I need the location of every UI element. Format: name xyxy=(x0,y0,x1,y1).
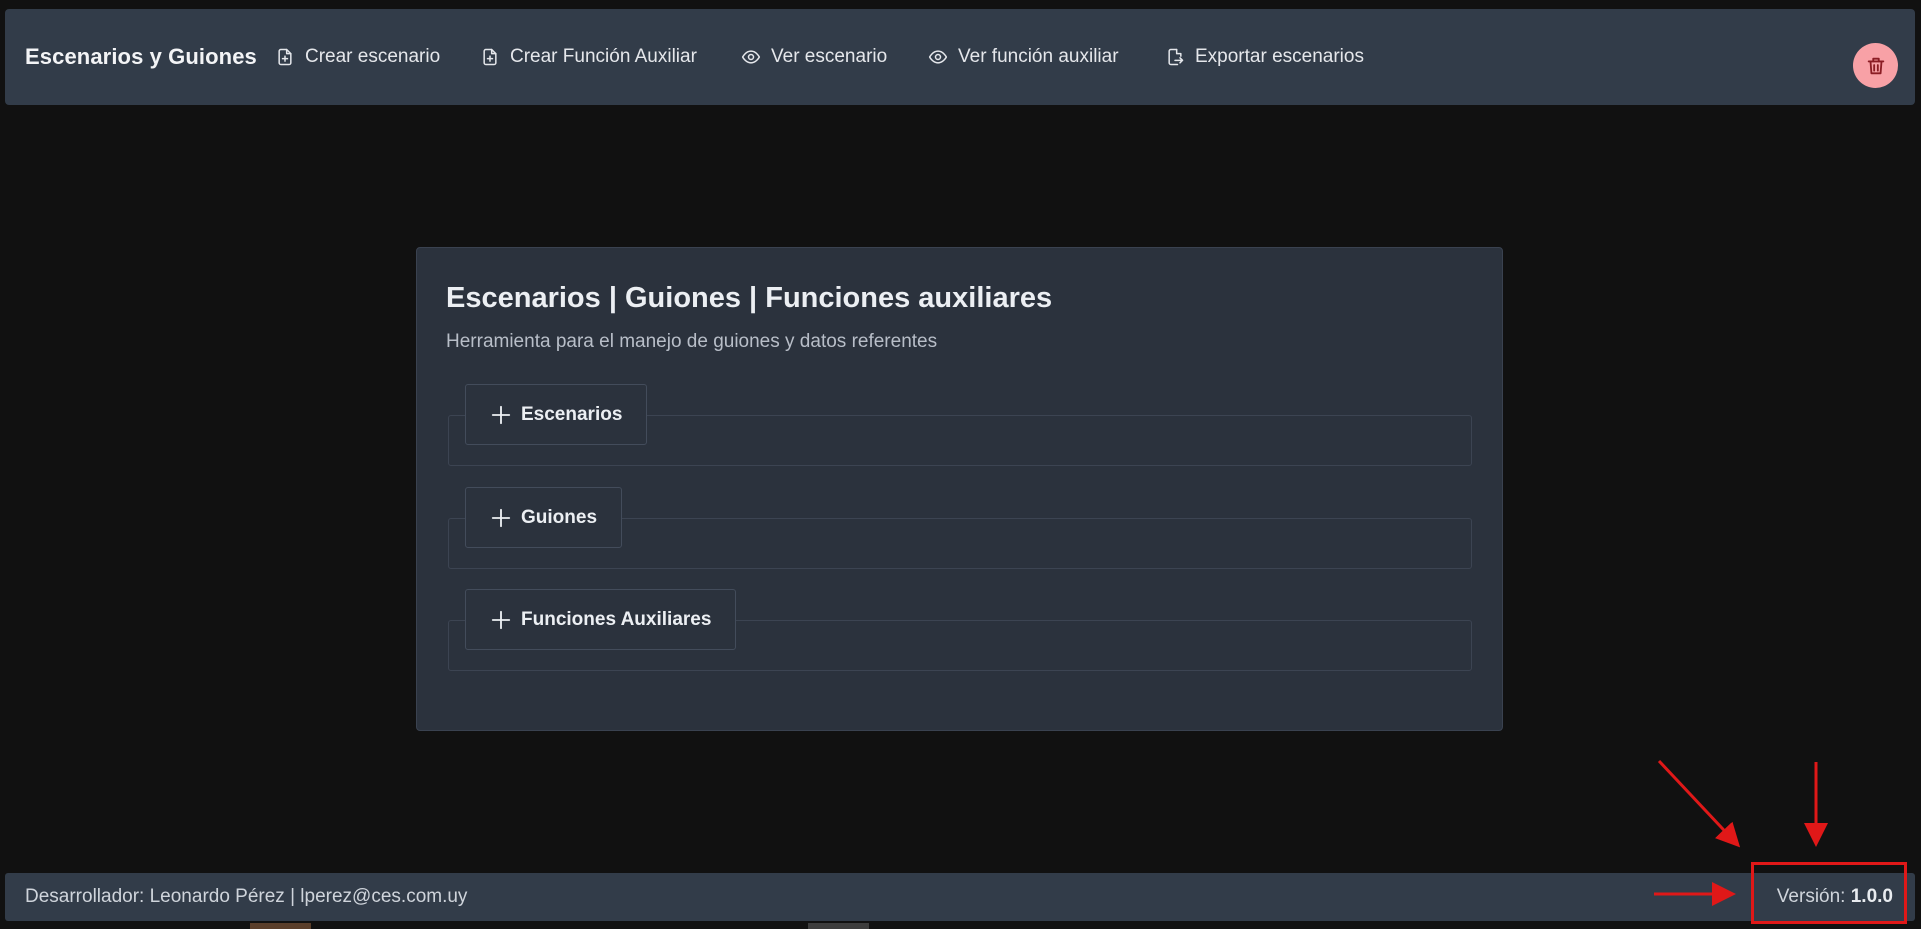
annotation-arrow xyxy=(1657,759,1741,848)
taskbar-fragment xyxy=(808,923,869,929)
taskbar-fragment xyxy=(250,923,311,929)
annotation-arrows xyxy=(1654,759,1828,906)
